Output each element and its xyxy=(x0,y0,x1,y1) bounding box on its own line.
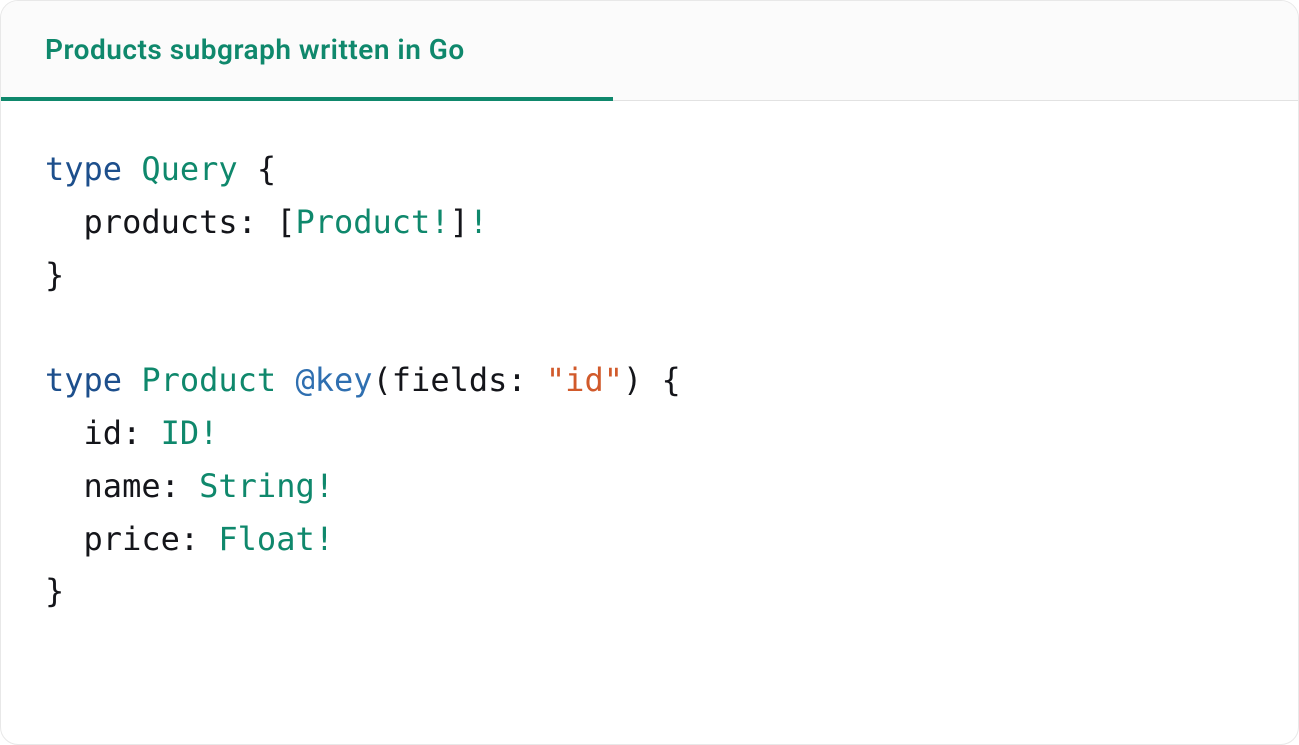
brace-close: } xyxy=(45,572,64,610)
code-card: Products subgraph written in Go type Que… xyxy=(0,0,1299,745)
code-block: type Query { products: [Product!]! } typ… xyxy=(45,143,1254,618)
keyword-type: type xyxy=(45,361,122,399)
indent xyxy=(45,467,84,505)
bracket-open: [ xyxy=(276,203,295,241)
type-string: String xyxy=(199,467,315,505)
field-products: products xyxy=(84,203,238,241)
type-id: ID xyxy=(161,414,200,452)
field-name: name xyxy=(84,467,161,505)
colon: : xyxy=(507,361,546,399)
bracket-close: ] xyxy=(450,203,469,241)
bang: ! xyxy=(315,520,334,558)
brace-open: { xyxy=(257,150,276,188)
bang: ! xyxy=(469,203,488,241)
colon: : xyxy=(238,203,277,241)
indent xyxy=(45,520,84,558)
brace-open: { xyxy=(662,361,681,399)
bang: ! xyxy=(430,203,449,241)
indent xyxy=(45,414,84,452)
bang: ! xyxy=(315,467,334,505)
directive-key: @key xyxy=(295,361,372,399)
type-float: Float xyxy=(218,520,314,558)
tab-label: Products subgraph written in Go xyxy=(45,33,465,66)
colon: : xyxy=(161,467,200,505)
colon: : xyxy=(180,520,219,558)
brace-close: } xyxy=(45,256,64,294)
field-id: id xyxy=(84,414,123,452)
tab-products-subgraph[interactable]: Products subgraph written in Go xyxy=(1,1,613,101)
arg-fields: fields xyxy=(392,361,508,399)
type-name-query: Query xyxy=(141,150,237,188)
indent xyxy=(45,203,84,241)
space xyxy=(238,150,257,188)
keyword-type: type xyxy=(45,150,122,188)
type-name-product: Product xyxy=(141,361,276,399)
tab-bar: Products subgraph written in Go xyxy=(1,1,1298,101)
type-product: Product xyxy=(295,203,430,241)
paren-close: ) xyxy=(623,361,642,399)
bang: ! xyxy=(199,414,218,452)
space xyxy=(122,150,141,188)
string-id: "id" xyxy=(546,361,623,399)
space xyxy=(122,361,141,399)
code-area: type Query { products: [Product!]! } typ… xyxy=(1,101,1298,660)
colon: : xyxy=(122,414,161,452)
space xyxy=(276,361,295,399)
space xyxy=(642,361,661,399)
field-price: price xyxy=(84,520,180,558)
paren-open: ( xyxy=(373,361,392,399)
